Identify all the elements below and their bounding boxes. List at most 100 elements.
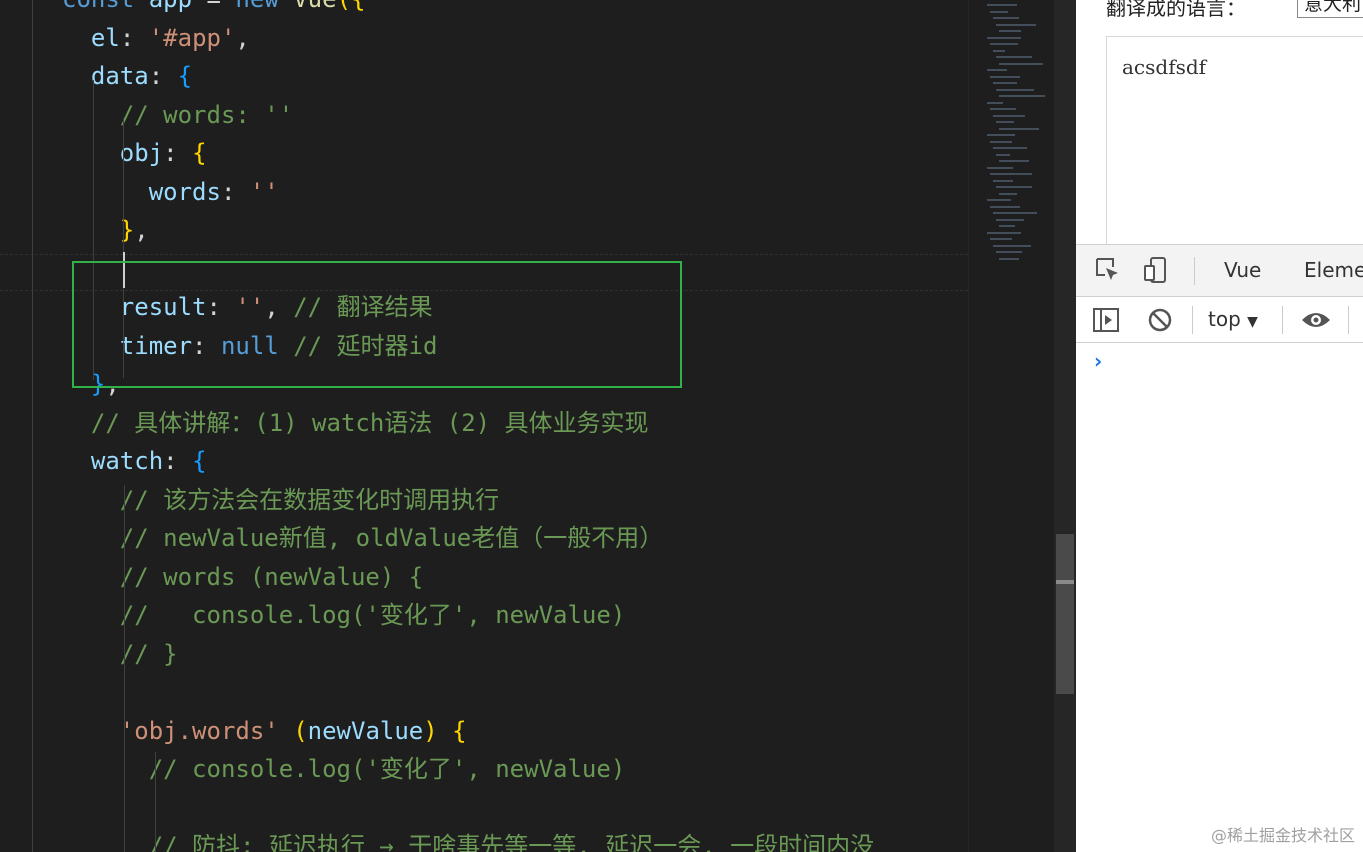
code-token: app xyxy=(149,0,192,13)
code-line[interactable]: }, xyxy=(0,211,968,250)
scrollbar-thumb[interactable] xyxy=(1056,534,1074,694)
context-select[interactable]: top ▼ xyxy=(1208,307,1258,331)
minimap-line xyxy=(999,127,1039,130)
minimap-line xyxy=(996,153,1010,156)
code-token: Vue xyxy=(293,0,336,13)
code-line[interactable]: el: '#app', xyxy=(0,19,968,58)
code-line[interactable]: words: '' xyxy=(0,173,968,212)
device-toolbar-icon[interactable] xyxy=(1142,256,1170,290)
language-label: 翻译成的语言： xyxy=(1106,0,1246,20)
indent-guide xyxy=(32,0,33,852)
minimap-line xyxy=(996,186,1032,188)
minimap-line xyxy=(996,23,1036,26)
code-line[interactable]: // 防抖: 延迟执行 → 干啥事先等一等, 延迟一会, 一段时间内没 xyxy=(0,827,968,852)
code-token: { xyxy=(177,62,193,90)
code-token: : xyxy=(163,139,193,167)
code-token: new xyxy=(235,0,293,13)
minimap-line xyxy=(987,69,1007,71)
code-line[interactable]: // console.log('变化了', newValue) xyxy=(0,596,968,635)
code-token: , xyxy=(235,23,250,52)
tab-vue[interactable]: Vue xyxy=(1224,258,1261,282)
minimap-line xyxy=(993,82,1017,84)
minimap-line xyxy=(990,205,1020,208)
code-line[interactable]: // newValue新值, oldValue老值（一般不用） xyxy=(0,519,968,558)
clear-console-icon[interactable] xyxy=(1146,306,1174,340)
separator xyxy=(1282,306,1283,334)
inspect-element-icon[interactable] xyxy=(1094,256,1122,290)
code-token: = xyxy=(192,0,235,13)
minimap-line xyxy=(999,160,1029,162)
minimap-line xyxy=(996,88,1034,91)
code-line[interactable]: // 具体讲解：(1) watch语法 (2) 具体业务实现 xyxy=(0,404,968,443)
minimap-line xyxy=(987,4,1017,6)
tab-elements[interactable]: Eleme xyxy=(1304,258,1363,282)
minimap-line xyxy=(990,173,1032,175)
code-line[interactable]: 'obj.words' (newValue) { xyxy=(0,712,968,751)
minimap-line xyxy=(996,56,1032,58)
minimap-line xyxy=(993,49,1005,52)
code-line[interactable]: // console.log('变化了', newValue) xyxy=(0,750,968,789)
code-token: const xyxy=(62,0,149,13)
language-select[interactable]: 意大利 xyxy=(1297,0,1363,18)
devtools-panel: Vue Eleme top ▼ › xyxy=(1076,244,1363,852)
code-token: // console.log('变化了', newValue) xyxy=(148,755,626,783)
code-token: // 该方法会在数据变化时调用执行 xyxy=(119,485,500,514)
minimap-line xyxy=(990,108,1016,110)
indent-guide xyxy=(155,752,156,852)
code-token: ({ xyxy=(337,0,366,13)
code-line[interactable]: // 该方法会在数据变化时调用执行 xyxy=(0,481,968,520)
minimap-line xyxy=(987,199,1011,201)
code-token: '' xyxy=(249,177,279,206)
code-line[interactable]: obj: { xyxy=(0,134,968,173)
code-token: obj xyxy=(119,139,164,167)
minimap-line xyxy=(990,75,1020,78)
code-token: 'obj.words' xyxy=(119,716,279,745)
minimap-line xyxy=(999,30,1021,32)
scrollbar-marker xyxy=(1056,580,1074,584)
code-editor[interactable]: const app = new Vue({ el: '#app', data: … xyxy=(0,0,968,852)
eye-icon[interactable] xyxy=(1300,306,1332,340)
separator xyxy=(1348,306,1349,334)
code-line[interactable]: data: { xyxy=(0,57,968,96)
code-line[interactable] xyxy=(0,673,968,712)
minimap-line xyxy=(996,251,1022,253)
chevron-down-icon: ▼ xyxy=(1247,314,1258,330)
code-token: : xyxy=(119,23,149,52)
code-line[interactable] xyxy=(0,789,968,828)
minimap-line xyxy=(993,114,1025,117)
code-line[interactable]: // } xyxy=(0,635,968,674)
minimap-line xyxy=(990,10,1008,13)
minimap-line xyxy=(996,218,1024,221)
code-token: : xyxy=(148,62,178,90)
code-token: // words (newValue) { xyxy=(119,562,424,591)
minimap-line xyxy=(999,225,1015,227)
context-select-value: top xyxy=(1208,307,1241,331)
code-token: // } xyxy=(119,639,178,668)
code-line[interactable]: watch: { xyxy=(0,442,968,481)
code-line[interactable]: const app = new Vue({ xyxy=(0,0,968,19)
minimap[interactable] xyxy=(968,0,1054,852)
code-line[interactable]: // words (newValue) { xyxy=(0,558,968,597)
minimap-line xyxy=(987,36,1021,39)
minimap-line xyxy=(990,238,1012,240)
code-line[interactable]: // words: '' xyxy=(0,96,968,135)
source-textarea[interactable]: acsdfsdf xyxy=(1106,36,1363,252)
code-token: // words: '' xyxy=(119,100,294,129)
minimap-line xyxy=(987,101,1003,104)
console-prompt[interactable]: › xyxy=(1094,349,1102,373)
watermark: @稀土掘金技术社区 xyxy=(1210,826,1355,845)
code-token: // newValue新值, oldValue老值（一般不用） xyxy=(119,524,664,552)
annotation-highlight-box xyxy=(72,261,682,388)
editor-scrollbar[interactable] xyxy=(1054,0,1076,852)
code-token: { xyxy=(452,716,467,745)
sidebar-toggle-icon[interactable] xyxy=(1092,306,1120,340)
code-token: data xyxy=(90,62,149,90)
